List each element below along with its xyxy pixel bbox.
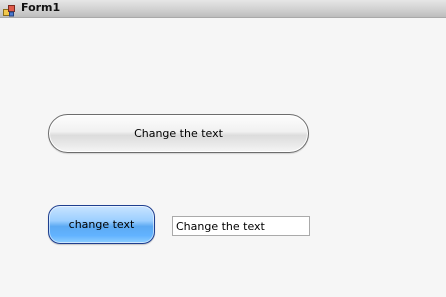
change-text-button-label: change text xyxy=(68,218,135,231)
change-the-text-button-label: Change the text xyxy=(134,127,223,140)
change-the-text-button[interactable]: Change the text xyxy=(48,114,309,153)
form-window: Form1 Change the text change text xyxy=(0,0,446,297)
form-app-icon xyxy=(3,2,15,17)
window-title: Form1 xyxy=(21,1,61,14)
title-bar[interactable]: Form1 xyxy=(0,0,446,18)
text-input[interactable] xyxy=(172,216,310,236)
change-text-button[interactable]: change text xyxy=(48,205,155,244)
form-client-area xyxy=(0,18,446,297)
